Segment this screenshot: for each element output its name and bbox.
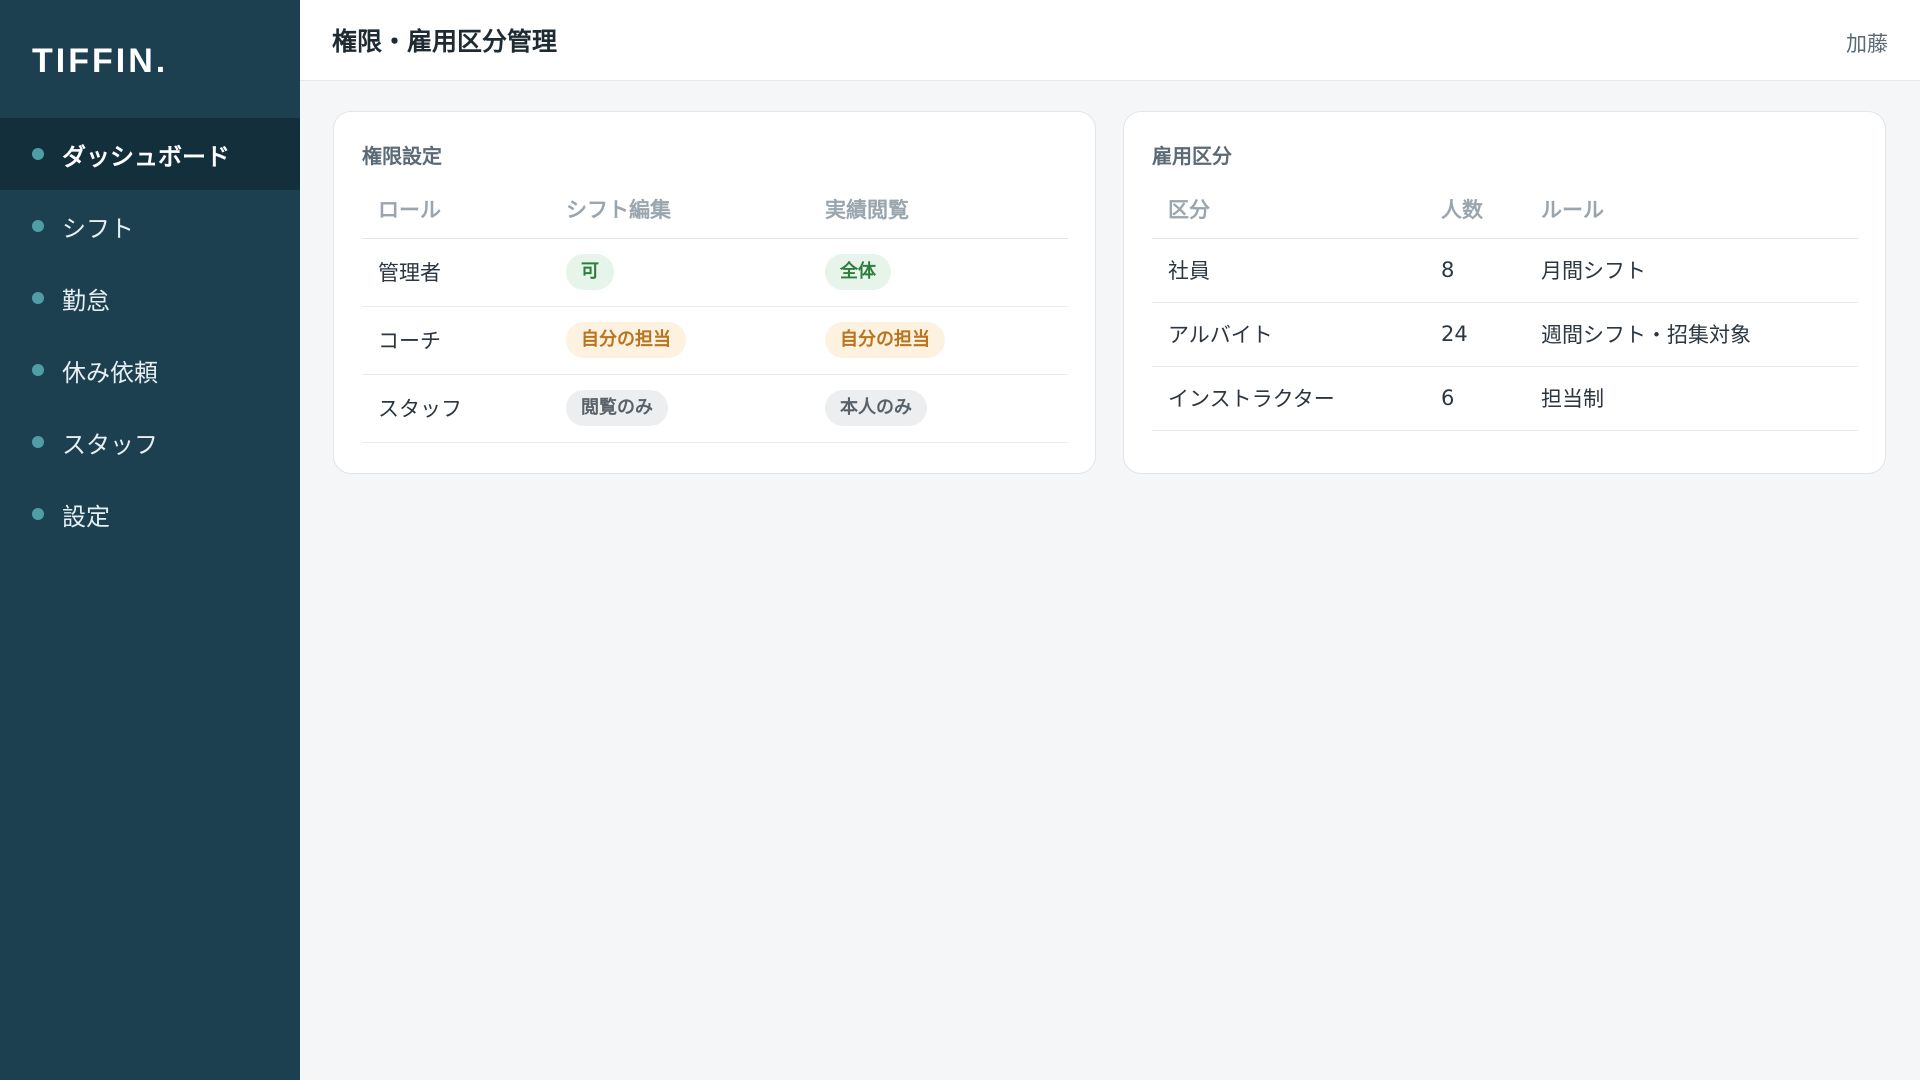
shift-edit-cell: 自分の担当 <box>550 306 809 375</box>
sidebar-item-staff[interactable]: スタッフ <box>0 406 300 478</box>
sidebar-item-attendance[interactable]: 勤怠 <box>0 262 300 334</box>
card-title: 権限設定 <box>362 144 442 168</box>
column-header: シフト編集 <box>550 180 809 239</box>
count-cell: 6 <box>1425 366 1525 431</box>
sidebar: TIFFIN. ダッシュボード シフト 勤怠 休み依頼 スタッフ 設定 <box>0 0 300 1080</box>
shift-edit-cell: 閲覧のみ <box>550 374 809 443</box>
sidebar-item-settings[interactable]: 設定 <box>0 478 300 550</box>
bullet-icon <box>32 364 44 376</box>
column-header: 人数 <box>1425 180 1525 239</box>
status-badge: 自分の担当 <box>825 322 945 358</box>
status-badge: 本人のみ <box>825 390 927 426</box>
table-header-row: ロール シフト編集 実績閲覧 <box>362 180 1068 239</box>
bullet-icon <box>32 436 44 448</box>
results-view-cell: 全体 <box>809 238 1068 307</box>
status-badge: 自分の担当 <box>566 322 686 358</box>
sidebar-item-label: 休み依頼 <box>62 358 158 387</box>
page-title: 権限・雇用区分管理 <box>332 27 558 56</box>
table-row: インストラクター 6 担当制 <box>1152 366 1858 431</box>
type-cell: インストラクター <box>1152 366 1425 431</box>
table-row: 社員 8 月間シフト <box>1152 238 1858 303</box>
count-cell: 8 <box>1425 238 1525 303</box>
sidebar-item-label: 設定 <box>62 502 110 531</box>
sidebar-item-shift[interactable]: シフト <box>0 190 300 262</box>
employment-type-card: 雇用区分 区分 人数 ルール 社員 8 月間シフト アルバイト 24 週間シフト… <box>1123 111 1886 474</box>
top-bar: 権限・雇用区分管理 加藤 <box>300 0 1920 81</box>
rule-cell: 担当制 <box>1525 366 1858 431</box>
table-row: コーチ 自分の担当 自分の担当 <box>362 306 1068 375</box>
sidebar-nav: ダッシュボード シフト 勤怠 休み依頼 スタッフ 設定 <box>0 118 300 550</box>
sidebar-item-leave-request[interactable]: 休み依頼 <box>0 334 300 406</box>
app-logo[interactable]: TIFFIN. <box>32 42 168 81</box>
user-menu[interactable]: 加藤 <box>1846 28 1888 58</box>
column-header: 区分 <box>1152 180 1425 239</box>
type-cell: アルバイト <box>1152 302 1425 367</box>
table-row: アルバイト 24 週間シフト・招集対象 <box>1152 302 1858 367</box>
bullet-icon <box>32 148 44 160</box>
table-row: 管理者 可 全体 <box>362 238 1068 307</box>
table-header-row: 区分 人数 ルール <box>1152 180 1858 239</box>
rule-cell: 週間シフト・招集対象 <box>1525 302 1858 367</box>
role-cell: スタッフ <box>362 374 550 443</box>
results-view-cell: 本人のみ <box>809 374 1068 443</box>
bullet-icon <box>32 220 44 232</box>
permissions-card: 権限設定 ロール シフト編集 実績閲覧 管理者 可 全体 コーチ 自分の担当 自… <box>333 111 1096 474</box>
column-header: ロール <box>362 180 550 239</box>
column-header: 実績閲覧 <box>809 180 1068 239</box>
status-badge: 全体 <box>825 254 891 290</box>
results-view-cell: 自分の担当 <box>809 306 1068 375</box>
column-header: ルール <box>1525 180 1858 239</box>
role-cell: 管理者 <box>362 238 550 307</box>
sidebar-item-label: ダッシュボード <box>62 142 230 171</box>
card-title: 雇用区分 <box>1152 144 1232 168</box>
bullet-icon <box>32 508 44 520</box>
count-cell: 24 <box>1425 302 1525 367</box>
table-row: スタッフ 閲覧のみ 本人のみ <box>362 374 1068 443</box>
permissions-table: ロール シフト編集 実績閲覧 管理者 可 全体 コーチ 自分の担当 自分の担当 … <box>362 180 1068 443</box>
employment-type-table: 区分 人数 ルール 社員 8 月間シフト アルバイト 24 週間シフト・招集対象… <box>1152 180 1858 431</box>
sidebar-item-label: スタッフ <box>62 430 158 459</box>
sidebar-item-label: 勤怠 <box>62 286 110 315</box>
bullet-icon <box>32 292 44 304</box>
status-badge: 可 <box>566 254 614 290</box>
sidebar-item-label: シフト <box>62 214 134 243</box>
status-badge: 閲覧のみ <box>566 390 668 426</box>
role-cell: コーチ <box>362 306 550 375</box>
sidebar-item-dashboard[interactable]: ダッシュボード <box>0 118 300 190</box>
type-cell: 社員 <box>1152 238 1425 303</box>
shift-edit-cell: 可 <box>550 238 809 307</box>
rule-cell: 月間シフト <box>1525 238 1858 303</box>
